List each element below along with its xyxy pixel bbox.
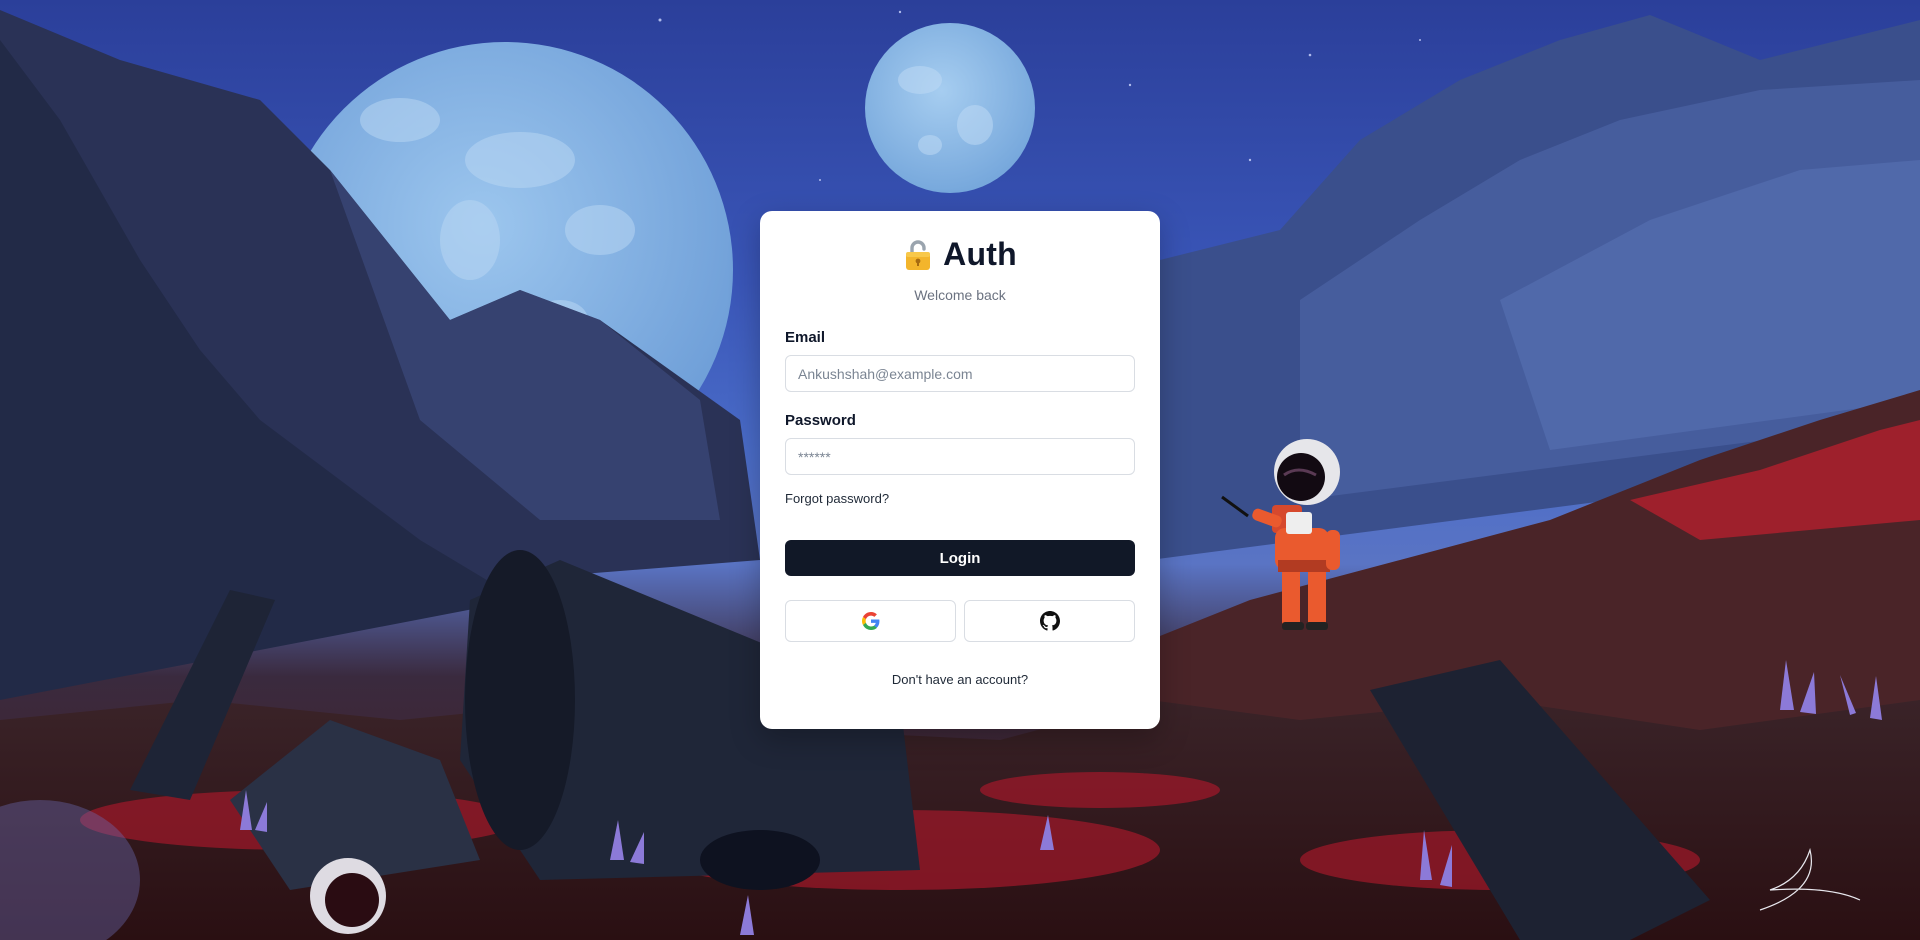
- email-label: Email: [785, 329, 826, 346]
- page-title: Auth: [943, 236, 1017, 272]
- signup-link[interactable]: Don't have an account?: [785, 672, 1135, 687]
- background-scene: Auth Welcome back Email Password Forgot …: [0, 0, 1920, 940]
- github-login-button[interactable]: [964, 600, 1135, 642]
- login-card: Auth Welcome back Email Password Forgot …: [760, 211, 1160, 729]
- google-login-button[interactable]: [785, 600, 956, 642]
- brand-header: Auth: [785, 236, 1135, 273]
- social-login-row: [785, 600, 1135, 642]
- email-field[interactable]: [785, 355, 1135, 392]
- welcome-subtitle: Welcome back: [914, 287, 1006, 303]
- forgot-password-link[interactable]: Forgot password?: [785, 491, 889, 506]
- google-icon: [861, 612, 879, 630]
- login-button[interactable]: Login: [785, 540, 1135, 576]
- password-field[interactable]: [785, 438, 1135, 475]
- github-icon: [1039, 611, 1060, 631]
- lock-icon: [906, 239, 931, 270]
- password-label: Password: [785, 412, 856, 429]
